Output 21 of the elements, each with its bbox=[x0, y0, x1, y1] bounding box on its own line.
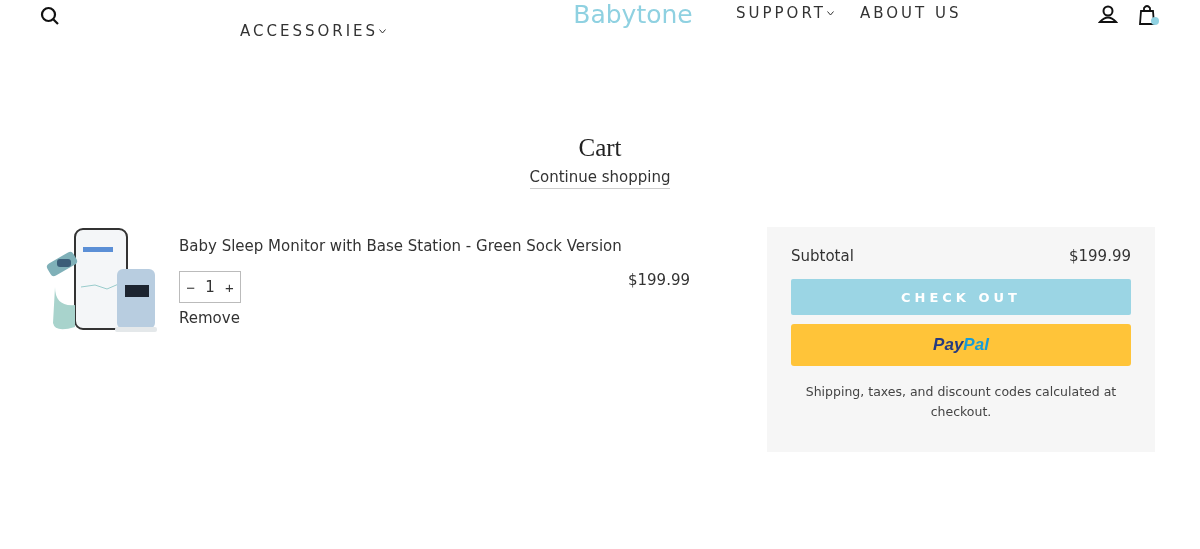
nav-link[interactable]: ABOUT US bbox=[859, 4, 962, 22]
page-title: Cart bbox=[578, 134, 622, 162]
caret-icon bbox=[826, 11, 834, 16]
increase-button[interactable]: + bbox=[223, 278, 236, 296]
subtotal-value: $199.99 bbox=[1068, 247, 1131, 265]
continue-shopping-link[interactable]: Continue shopping bbox=[529, 168, 671, 189]
subtotal-label: Subtotal bbox=[791, 247, 854, 265]
product-name[interactable]: Baby Sleep Monitor with Base Station - Green Sock Version bbox=[179, 237, 690, 255]
quantity-stepper[interactable]: − 1 + bbox=[179, 271, 241, 303]
nav-link[interactable]: SUPPORT bbox=[736, 4, 834, 22]
checkout-note: Shipping, taxes, and discount codes calculated at checkout. bbox=[804, 383, 1118, 421]
nav-link[interactable]: ACCESSORIES bbox=[240, 22, 387, 40]
cart-bag-icon[interactable] bbox=[1138, 4, 1160, 26]
caret-icon bbox=[379, 29, 387, 34]
search-icon[interactable] bbox=[40, 6, 60, 26]
account-icon[interactable] bbox=[1098, 4, 1118, 24]
paypal-button[interactable]: PayPal bbox=[791, 324, 1131, 366]
decrease-button[interactable]: − bbox=[184, 278, 197, 296]
item-price: $199.99 bbox=[627, 271, 690, 291]
remove-link[interactable]: Remove bbox=[179, 309, 240, 327]
quantity-value: 1 bbox=[205, 278, 215, 296]
